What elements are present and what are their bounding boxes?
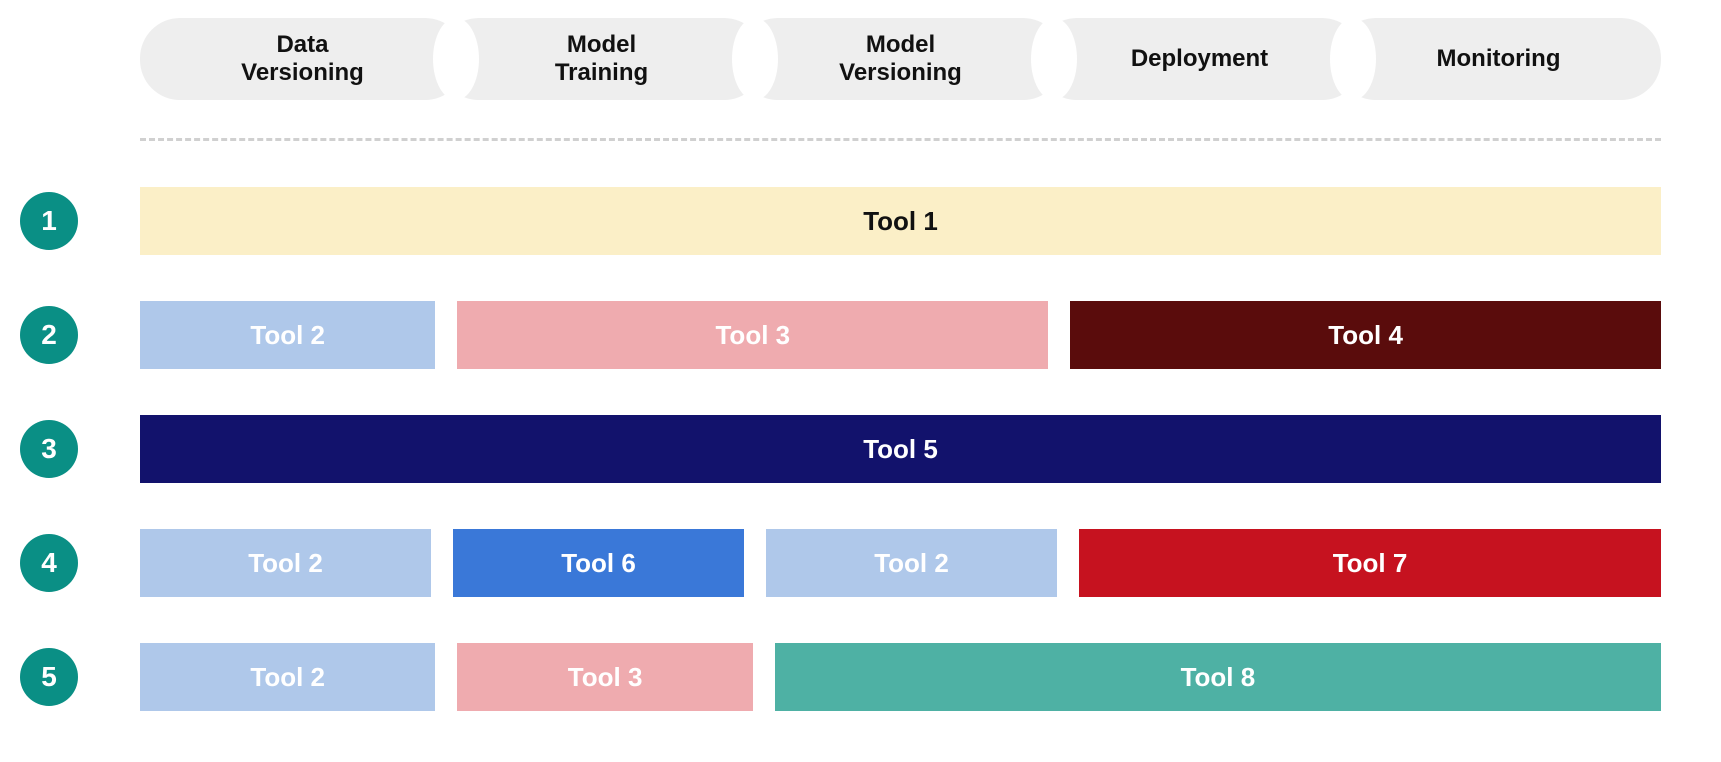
cell-tool2: Tool 2 bbox=[140, 301, 435, 369]
stage-label: Monitoring bbox=[1407, 45, 1591, 73]
stage-monitoring: Monitoring bbox=[1336, 18, 1661, 100]
stage-deployment: Deployment bbox=[1037, 18, 1362, 100]
divider-line bbox=[140, 138, 1661, 141]
diagram-root: DataVersioning ModelTraining ModelVersio… bbox=[0, 0, 1721, 762]
tool-row-5: 5 Tool 2 Tool 3 Tool 8 bbox=[20, 643, 1661, 711]
stage-model-training: ModelTraining bbox=[439, 18, 764, 100]
row-cells: Tool 1 bbox=[140, 187, 1661, 255]
cell-tool2: Tool 2 bbox=[140, 643, 435, 711]
row-cells: Tool 2 Tool 3 Tool 4 bbox=[140, 301, 1661, 369]
row-badge: 3 bbox=[20, 420, 78, 478]
row-cells: Tool 5 bbox=[140, 415, 1661, 483]
cell-tool3: Tool 3 bbox=[457, 643, 752, 711]
stage-label: ModelVersioning bbox=[809, 31, 992, 86]
row-cells: Tool 2 Tool 3 Tool 8 bbox=[140, 643, 1661, 711]
stage-model-versioning: ModelVersioning bbox=[738, 18, 1063, 100]
tool-row-3: 3 Tool 5 bbox=[20, 415, 1661, 483]
stage-label: ModelTraining bbox=[525, 31, 678, 86]
cell-tool3: Tool 3 bbox=[457, 301, 1048, 369]
tool-row-2: 2 Tool 2 Tool 3 Tool 4 bbox=[20, 301, 1661, 369]
tool-row-1: 1 Tool 1 bbox=[20, 187, 1661, 255]
cell-tool4: Tool 4 bbox=[1070, 301, 1661, 369]
cell-tool6: Tool 6 bbox=[453, 529, 744, 597]
cell-tool1: Tool 1 bbox=[140, 187, 1661, 255]
stage-header: DataVersioning ModelTraining ModelVersio… bbox=[140, 18, 1661, 100]
cell-tool5: Tool 5 bbox=[140, 415, 1661, 483]
tool-row-4: 4 Tool 2 Tool 6 Tool 2 Tool 7 bbox=[20, 529, 1661, 597]
stage-label: Deployment bbox=[1101, 45, 1298, 73]
cell-tool7: Tool 7 bbox=[1079, 529, 1661, 597]
stage-data-versioning: DataVersioning bbox=[140, 18, 465, 100]
row-cells: Tool 2 Tool 6 Tool 2 Tool 7 bbox=[140, 529, 1661, 597]
stage-label: DataVersioning bbox=[211, 31, 394, 86]
row-badge: 2 bbox=[20, 306, 78, 364]
cell-tool2: Tool 2 bbox=[140, 529, 431, 597]
row-badge: 4 bbox=[20, 534, 78, 592]
cell-tool2: Tool 2 bbox=[766, 529, 1057, 597]
row-badge: 1 bbox=[20, 192, 78, 250]
row-badge: 5 bbox=[20, 648, 78, 706]
cell-tool8: Tool 8 bbox=[775, 643, 1661, 711]
